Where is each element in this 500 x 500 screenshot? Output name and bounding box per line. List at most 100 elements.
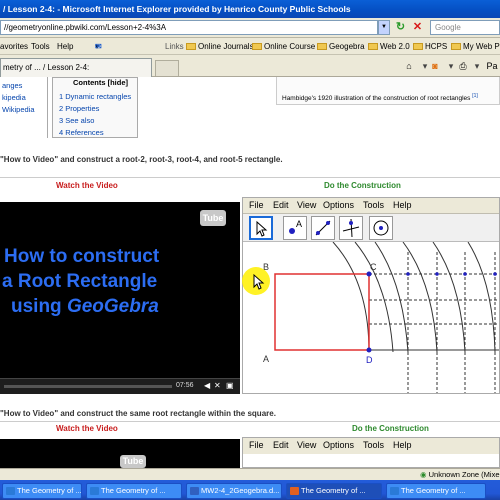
link-hcps[interactable]: HCPS (413, 38, 447, 55)
refresh-icon[interactable]: ↻ (393, 20, 408, 35)
address-input[interactable] (0, 20, 378, 35)
ie-logo-icon[interactable]: ✉ ▾ (95, 38, 102, 55)
geogebra-menubar: File Edit View Options Tools Help (243, 198, 499, 214)
toc-item[interactable]: 1 Dynamic rectangles (59, 92, 131, 101)
menu-tools[interactable]: Tools (31, 38, 50, 55)
divider (0, 421, 500, 422)
folder-icon (451, 43, 461, 50)
ggb-menu-edit[interactable]: Edit (273, 200, 289, 210)
taskbar-item[interactable]: MW2-4_2Geogebra.d... (186, 483, 282, 499)
table-of-contents: Contents [hide] 1 Dynamic rectangles 2 P… (52, 77, 138, 138)
ie-icon (390, 487, 399, 495)
close-icon[interactable]: ✕ (214, 381, 221, 390)
video-time: 07:56 (176, 382, 194, 389)
folder-icon (413, 43, 423, 50)
volume-icon[interactable]: ◀ (204, 381, 210, 390)
toc-item[interactable]: 3 See also (59, 116, 94, 125)
ggb-menu-view[interactable]: View (297, 440, 316, 450)
label-a: A (263, 354, 269, 364)
image-caption-box: Hambidge's 1920 illustration of the cons… (276, 77, 500, 105)
link-my-web-page[interactable]: My Web Pa (451, 38, 500, 55)
circle-tool-icon[interactable] (369, 216, 393, 240)
toc-title: Contents [hide] (73, 78, 128, 87)
new-tab-button[interactable] (155, 60, 179, 76)
sidebar-link[interactable]: Wikipedia (2, 105, 35, 114)
geogebra-menubar-2: File Edit View Options Tools Help (243, 438, 499, 454)
point-c (366, 271, 372, 277)
construction-arc (432, 241, 466, 353)
move-tool-icon[interactable] (249, 216, 273, 240)
page-content: anges kipedia Wikipedia Contents [hide] … (0, 77, 500, 468)
ie-icon (6, 487, 15, 495)
video-player-2[interactable]: Tube (0, 439, 240, 468)
toc-item[interactable]: 4 References (59, 128, 104, 137)
ggb-menu-options[interactable]: Options (323, 200, 354, 210)
home-icon[interactable]: ⌂ (402, 60, 416, 72)
video-progress-bar[interactable] (4, 385, 172, 388)
construction-arc (467, 241, 496, 353)
ggb-menu-view[interactable]: View (297, 200, 316, 210)
ggb-menu-file[interactable]: File (249, 440, 264, 450)
geogebra-applet[interactable]: File Edit View Options Tools Help A B C … (242, 197, 500, 394)
menu-favorites[interactable]: avorites (0, 38, 28, 55)
folder-icon (368, 43, 378, 50)
tab-row: metry of ... / Lesson 2-4: ⌂ ▾ ◙ ▾ ⎙ ▾ P… (0, 55, 500, 77)
fullscreen-icon[interactable]: ▣ (226, 381, 234, 390)
sidebar-links: anges kipedia Wikipedia (0, 77, 48, 138)
link-geogebra[interactable]: Geogebra (317, 38, 365, 55)
geogebra-applet-2[interactable]: File Edit View Options Tools Help (242, 437, 500, 468)
video-player[interactable]: Tube How to construct a Root Rectangle u… (0, 202, 240, 394)
word-icon (190, 487, 199, 495)
ggb-menu-file[interactable]: File (249, 200, 264, 210)
folder-icon (252, 43, 262, 50)
square (274, 273, 370, 351)
label-c: C (370, 262, 377, 272)
video-controls: 07:56 ◀ ✕ ▣ (0, 378, 240, 394)
construction-arc (332, 241, 370, 353)
toc-item[interactable]: 2 Properties (59, 104, 99, 113)
menu-help[interactable]: Help (57, 38, 73, 55)
taskbar: ◉ Unknown Zone (Mixe The Geometry of ...… (0, 468, 500, 500)
geogebra-toolbar: A (243, 214, 499, 242)
window-title-bar: / Lesson 2-4: - Microsoft Internet Explo… (0, 0, 500, 18)
do-construction-heading: Do the Construction (352, 424, 429, 433)
link-online-journals[interactable]: Online Journals (186, 38, 254, 55)
search-input[interactable]: Google (430, 20, 500, 35)
address-dropdown-icon[interactable]: ▼ (378, 20, 390, 35)
instruction-text: "How to Video" and construct a root-2, r… (0, 155, 283, 164)
print-icon[interactable]: ⎙ (456, 60, 470, 72)
point (435, 272, 439, 276)
folder-icon (317, 43, 327, 50)
sidebar-link[interactable]: anges (2, 81, 22, 90)
taskbar-item[interactable]: The Geometry of ... (2, 483, 82, 499)
point-d (366, 347, 372, 353)
tab-current[interactable]: metry of ... / Lesson 2-4: (0, 58, 152, 77)
link-online-course[interactable]: Online Course (252, 38, 315, 55)
point (493, 272, 497, 276)
print-dropdown-icon[interactable]: ▾ (470, 60, 484, 72)
perpendicular-tool-icon[interactable] (339, 216, 363, 240)
line-tool-icon[interactable] (311, 216, 335, 240)
page-menu-icon[interactable]: Pa (484, 60, 500, 72)
ggb-menu-tools[interactable]: Tools (363, 200, 384, 210)
point-tool-icon[interactable]: A (283, 216, 307, 240)
video-title-line1: How to construct (4, 246, 160, 267)
links-label: Links (165, 42, 184, 51)
link-web20[interactable]: Web 2.0 (368, 38, 410, 55)
sidebar-link[interactable]: kipedia (2, 93, 26, 102)
stop-icon[interactable]: ✕ (410, 20, 425, 35)
watch-video-heading: Watch the Video (56, 424, 118, 433)
taskbar-item-active[interactable]: The Geometry of ... (286, 483, 382, 499)
security-zone: ◉ Unknown Zone (Mixe (420, 470, 500, 479)
feeds-icon[interactable]: ◙ (428, 60, 442, 72)
ggb-menu-help[interactable]: Help (393, 440, 412, 450)
ggb-menu-options[interactable]: Options (323, 440, 354, 450)
taskbar-item[interactable]: The Geometry of ... (86, 483, 182, 499)
label-d: D (366, 355, 373, 365)
ggb-menu-help[interactable]: Help (393, 200, 412, 210)
geogebra-canvas[interactable]: B C A D (243, 241, 499, 393)
divider (0, 177, 500, 178)
ggb-menu-tools[interactable]: Tools (363, 440, 384, 450)
taskbar-item[interactable]: The Geometry of ... (386, 483, 486, 499)
ggb-menu-edit[interactable]: Edit (273, 440, 289, 450)
